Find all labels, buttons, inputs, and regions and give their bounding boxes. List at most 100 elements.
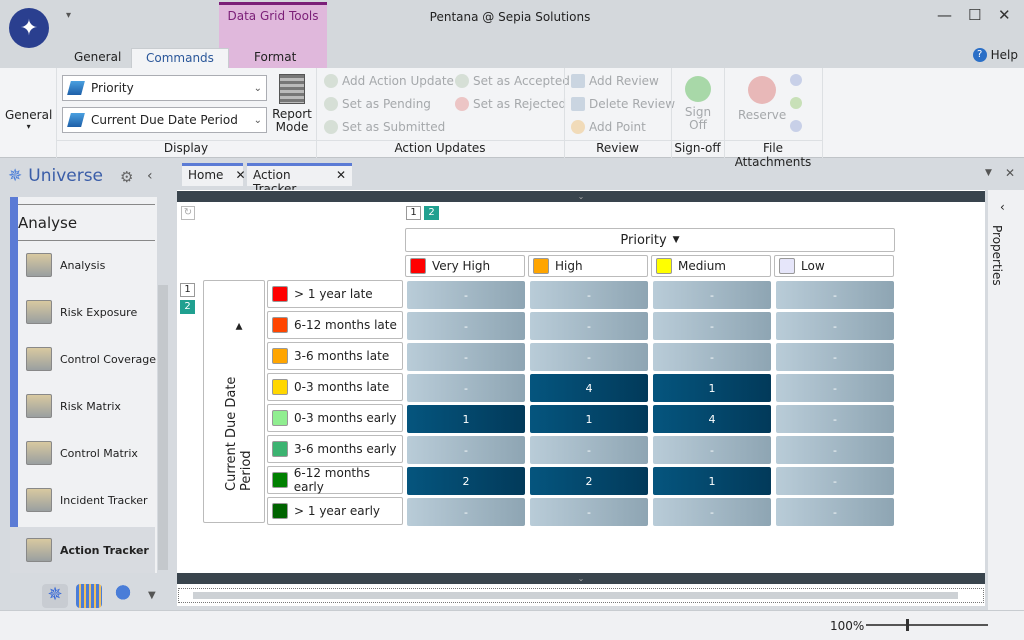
- row-header[interactable]: 3-6 months late: [267, 342, 403, 370]
- horizontal-scrollbar[interactable]: [178, 588, 984, 603]
- column-header[interactable]: Very High: [405, 255, 525, 277]
- grid-cell[interactable]: -: [407, 343, 525, 371]
- grid-cell[interactable]: -: [653, 281, 771, 309]
- sidebar-item-action-tracker[interactable]: Action Tracker: [10, 527, 155, 573]
- more-nav-dropdown-icon[interactable]: ▼: [148, 590, 156, 601]
- grid-cell[interactable]: -: [653, 343, 771, 371]
- grid-cell[interactable]: -: [407, 436, 525, 464]
- sidebar-item-risk-exposure[interactable]: Risk Exposure: [26, 292, 137, 332]
- grid-cell[interactable]: -: [776, 312, 894, 340]
- grid-cell[interactable]: -: [407, 312, 525, 340]
- add-point-button[interactable]: Add Point: [571, 120, 646, 134]
- column-level-2[interactable]: 2: [424, 206, 439, 220]
- app-logo[interactable]: ✦: [9, 8, 49, 48]
- grid-cell[interactable]: 1: [653, 374, 771, 402]
- minimize-button[interactable]: —: [937, 6, 952, 24]
- grid-cell[interactable]: 4: [530, 374, 648, 402]
- sidebar-item-incident-tracker[interactable]: Incident Tracker: [26, 480, 148, 520]
- grid-cell[interactable]: -: [776, 281, 894, 309]
- delete-review-button[interactable]: Delete Review: [571, 97, 675, 111]
- due-date-row-header[interactable]: Current Due Date Period ▼: [203, 280, 265, 523]
- collapse-bottom-bar[interactable]: ⌄: [177, 573, 985, 584]
- row-header[interactable]: 0-3 months early: [267, 404, 403, 432]
- set-pending-button[interactable]: Set as Pending: [324, 97, 431, 111]
- tab-list-dropdown-icon[interactable]: ▼: [985, 168, 992, 178]
- grid-cell[interactable]: 1: [530, 405, 648, 433]
- grid-cell[interactable]: -: [530, 498, 648, 526]
- column-header[interactable]: Medium: [651, 255, 771, 277]
- sidebar-item-risk-matrix[interactable]: Risk Matrix: [26, 386, 121, 426]
- attachment-user-icon[interactable]: [790, 97, 802, 109]
- row-header[interactable]: > 1 year late: [267, 280, 403, 308]
- grid-cell[interactable]: -: [776, 467, 894, 495]
- expand-properties-icon[interactable]: ‹: [1000, 200, 1005, 214]
- due-date-combo[interactable]: Current Due Date Period ⌄: [62, 107, 267, 133]
- grid-cell[interactable]: -: [530, 281, 648, 309]
- row-level-1[interactable]: 1: [180, 283, 195, 297]
- add-action-update-button[interactable]: Add Action Update: [324, 74, 454, 88]
- attachment-user-icon[interactable]: [790, 74, 802, 86]
- column-level-1[interactable]: 1: [406, 206, 421, 220]
- grid-cell[interactable]: -: [653, 436, 771, 464]
- close-tab-icon[interactable]: ✕: [235, 168, 245, 184]
- column-header[interactable]: Low: [774, 255, 894, 277]
- column-header[interactable]: High: [528, 255, 648, 277]
- grid-cell[interactable]: -: [776, 343, 894, 371]
- tab-action-tracker[interactable]: Action Tracker ✕: [247, 163, 352, 196]
- row-header[interactable]: 6-12 months early: [267, 466, 403, 494]
- collapse-top-bar[interactable]: ⌄: [177, 191, 985, 202]
- grid-cell[interactable]: -: [653, 498, 771, 526]
- grid-cell[interactable]: 1: [407, 405, 525, 433]
- sidebar-item-control-coverage[interactable]: Control Coverage: [26, 339, 156, 379]
- priority-column-header[interactable]: Priority ▼: [405, 228, 895, 252]
- grid-cell[interactable]: 2: [530, 467, 648, 495]
- universe-nav-icon[interactable]: ✵: [42, 584, 68, 608]
- grid-cell[interactable]: -: [530, 436, 648, 464]
- user-nav-icon[interactable]: [110, 584, 136, 608]
- collapse-pane-icon[interactable]: ‹: [147, 168, 153, 184]
- maximize-button[interactable]: ☐: [968, 6, 981, 24]
- priority-combo[interactable]: Priority ⌄: [62, 75, 267, 101]
- close-document-icon[interactable]: ✕: [1005, 166, 1015, 180]
- tab-format[interactable]: Format: [240, 48, 310, 68]
- set-submitted-button[interactable]: Set as Submitted: [324, 120, 445, 134]
- report-mode-button[interactable]: Report Mode: [272, 74, 312, 134]
- properties-tab[interactable]: Properties: [990, 225, 1004, 286]
- sign-off-button[interactable]: Sign Off: [676, 76, 720, 132]
- row-header[interactable]: > 1 year early: [267, 497, 403, 525]
- nav-scrollbar[interactable]: [158, 285, 168, 570]
- row-header[interactable]: 3-6 months early: [267, 435, 403, 463]
- row-header[interactable]: 0-3 months late: [267, 373, 403, 401]
- gear-icon[interactable]: ⚙: [120, 168, 133, 186]
- grid-cell[interactable]: -: [653, 312, 771, 340]
- refresh-icon[interactable]: ↻: [181, 206, 195, 220]
- help-button[interactable]: ? Help: [972, 48, 1018, 62]
- grid-cell[interactable]: 1: [653, 467, 771, 495]
- quick-access-dropdown-icon[interactable]: ▾: [66, 10, 71, 21]
- grid-cell[interactable]: -: [776, 405, 894, 433]
- tab-commands[interactable]: Commands: [131, 48, 229, 68]
- attachment-user-icon[interactable]: [790, 120, 802, 132]
- grid-cell[interactable]: 4: [653, 405, 771, 433]
- tab-general[interactable]: General: [60, 48, 135, 68]
- add-review-button[interactable]: Add Review: [571, 74, 659, 88]
- close-button[interactable]: ✕: [998, 6, 1011, 24]
- grid-cell[interactable]: -: [407, 374, 525, 402]
- close-tab-icon[interactable]: ✕: [336, 168, 346, 184]
- row-level-2[interactable]: 2: [180, 300, 195, 314]
- row-header[interactable]: 6-12 months late: [267, 311, 403, 339]
- grid-cell[interactable]: -: [407, 281, 525, 309]
- grid-cell[interactable]: 2: [407, 467, 525, 495]
- tab-home[interactable]: Home ✕: [182, 163, 246, 186]
- sidebar-item-control-matrix[interactable]: Control Matrix: [26, 433, 138, 473]
- set-rejected-button[interactable]: Set as Rejected: [455, 97, 566, 111]
- grid-cell[interactable]: -: [776, 436, 894, 464]
- grid-cell[interactable]: -: [407, 498, 525, 526]
- grid-cell[interactable]: -: [776, 374, 894, 402]
- zoom-slider[interactable]: [866, 619, 988, 631]
- sidebar-item-analysis[interactable]: Analysis: [26, 245, 105, 285]
- set-accepted-button[interactable]: Set as Accepted: [455, 74, 570, 88]
- calendar-nav-icon[interactable]: [76, 584, 102, 608]
- general-menu-button[interactable]: General ▾: [5, 108, 52, 131]
- reserve-button[interactable]: Reserve: [738, 76, 786, 122]
